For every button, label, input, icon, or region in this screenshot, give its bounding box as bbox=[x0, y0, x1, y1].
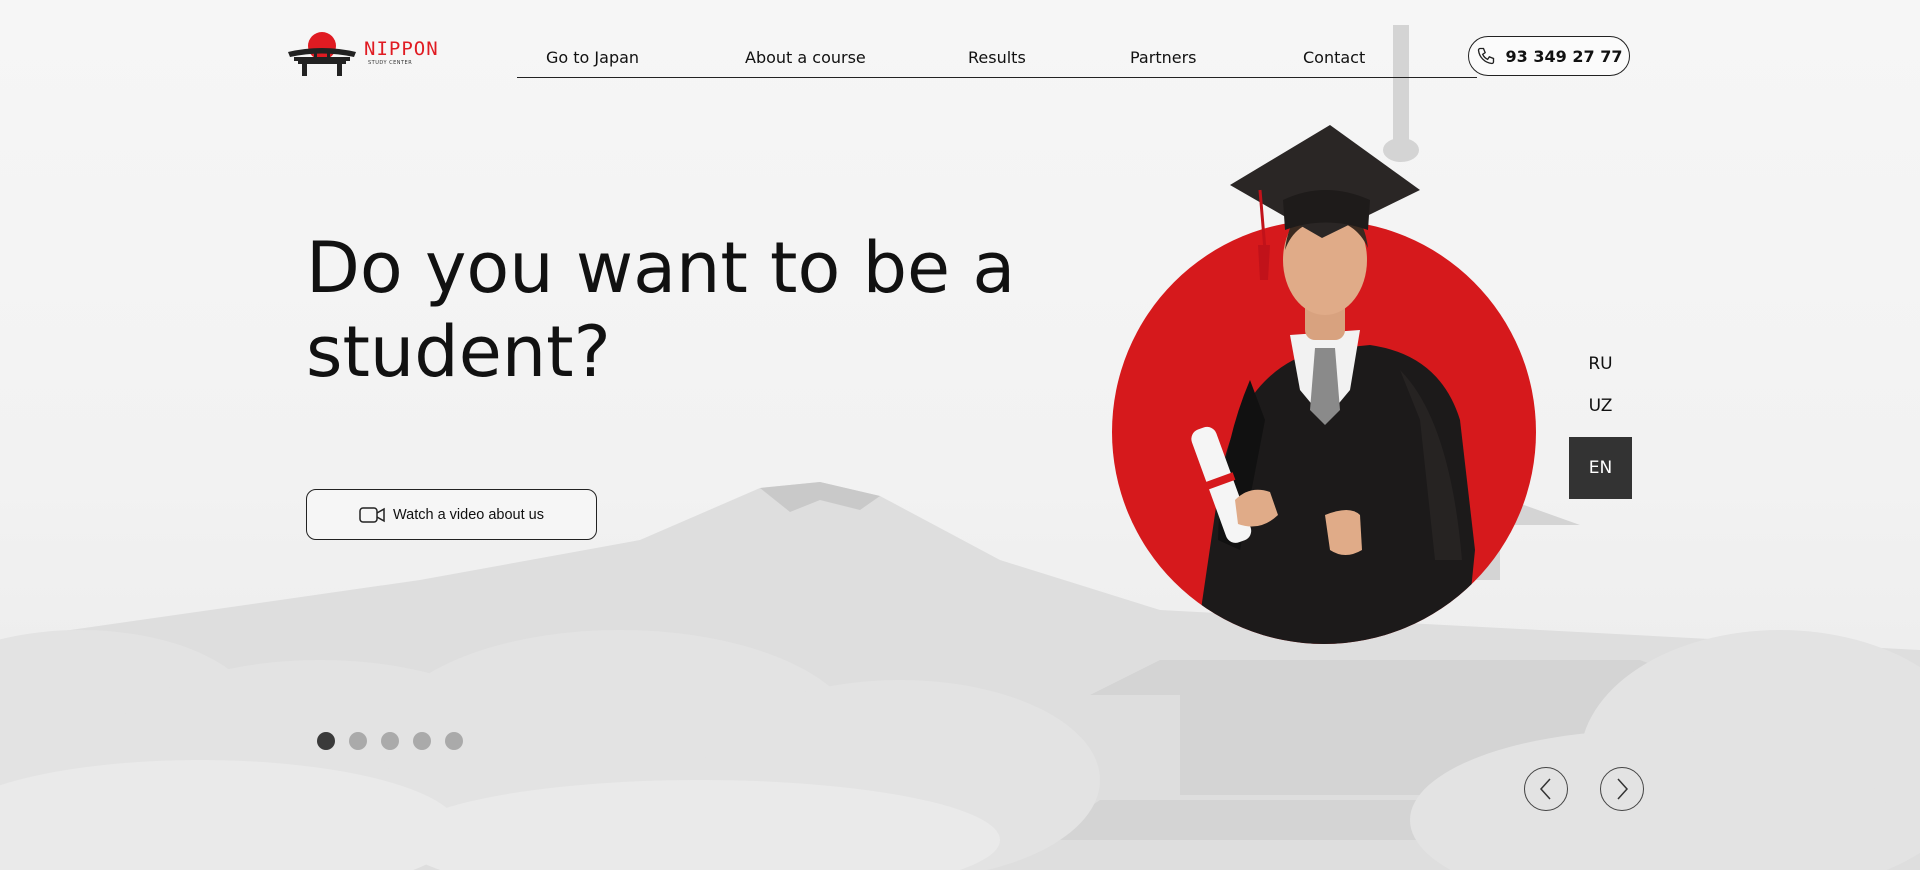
brand-subtitle: STUDY CENTER bbox=[368, 60, 413, 66]
video-camera-icon bbox=[359, 506, 385, 523]
slider-dot-2[interactable] bbox=[349, 732, 367, 750]
language-option-ru[interactable]: RU bbox=[1569, 354, 1632, 374]
nav-link-go-to-japan[interactable]: Go to Japan bbox=[546, 48, 639, 67]
nav-link-contact[interactable]: Contact bbox=[1303, 48, 1365, 67]
phone-button[interactable]: 93 349 27 77 bbox=[1468, 36, 1630, 76]
slider-prev-button[interactable] bbox=[1524, 767, 1568, 811]
slider-dot-3[interactable] bbox=[381, 732, 399, 750]
phone-icon bbox=[1477, 47, 1494, 65]
slider-next-button[interactable] bbox=[1600, 767, 1644, 811]
phone-number: 93 349 27 77 bbox=[1505, 46, 1623, 66]
language-option-uz[interactable]: UZ bbox=[1569, 396, 1632, 416]
main-navigation: Go to Japan About a course Results Partn… bbox=[517, 38, 1477, 78]
torii-logo-icon bbox=[288, 32, 356, 76]
slider-dot-4[interactable] bbox=[413, 732, 431, 750]
watch-video-label: Watch a video about us bbox=[393, 506, 544, 523]
nav-link-partners[interactable]: Partners bbox=[1130, 48, 1196, 67]
nav-link-results[interactable]: Results bbox=[968, 48, 1026, 67]
language-option-en[interactable]: EN bbox=[1569, 437, 1632, 499]
brand-name: NIPPON bbox=[364, 38, 439, 60]
hero-graduate-image bbox=[1100, 120, 1550, 650]
slider-pagination bbox=[317, 732, 463, 750]
slider-dot-5[interactable] bbox=[445, 732, 463, 750]
slider-dot-1[interactable] bbox=[317, 732, 335, 750]
watch-video-button[interactable]: Watch a video about us bbox=[306, 489, 597, 540]
hero-title: Do you want to be a student? bbox=[306, 227, 1016, 393]
nav-link-about-a-course[interactable]: About a course bbox=[745, 48, 866, 67]
background-scenery bbox=[0, 0, 1920, 870]
chevron-right-icon bbox=[1617, 778, 1629, 800]
brand-logo[interactable]: NIPPON STUDY CENTER bbox=[288, 30, 439, 76]
chevron-left-icon bbox=[1539, 778, 1551, 800]
